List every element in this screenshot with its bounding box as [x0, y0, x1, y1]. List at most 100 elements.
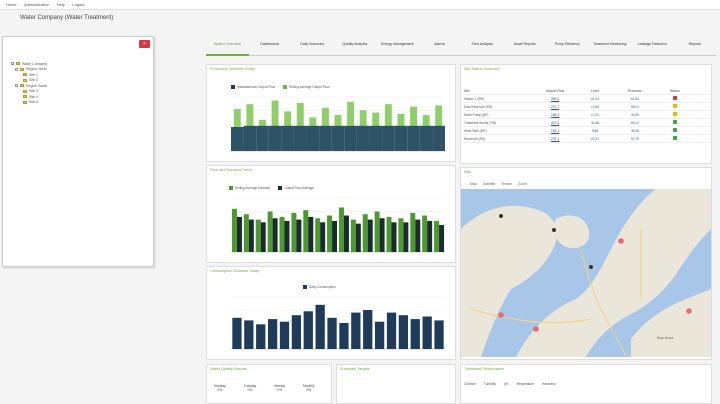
topbar-separator: · [67, 2, 70, 7]
expand-icon[interactable] [15, 84, 18, 88]
tree-node[interactable]: Site 5 [23, 100, 47, 106]
site-name: Treatment Works (TW) [464, 120, 497, 125]
column-header[interactable]: Pressure [615, 89, 655, 93]
summary-targets-panel: Summary Targets [336, 364, 456, 404]
status-ok-icon [673, 120, 677, 124]
chart-bar [419, 125, 433, 151]
flow-demand-panel: Flow and Demand Trend Rolling Average De… [206, 165, 456, 263]
subtab-temperature[interactable]: Temperature [516, 382, 534, 386]
site-name: East Reservoir (KR) [464, 104, 493, 109]
tab-reports[interactable]: Reports [673, 40, 716, 56]
subtab-chlorine[interactable]: Chlorine [464, 382, 476, 386]
expand-icon[interactable] [11, 62, 14, 66]
legend-label: Output Flow Average [284, 186, 314, 190]
topbar-link-logout[interactable]: Logout [72, 2, 84, 7]
tab-flow-analysis[interactable]: Flow Analysis [461, 40, 504, 56]
site-name: Reservoir (RS) [464, 136, 486, 141]
map-marker-alarm [498, 312, 504, 318]
column-header[interactable]: Site [463, 89, 535, 93]
tree-node[interactable]: Region South [15, 83, 47, 89]
tab-asset-reports[interactable]: Asset Reports [503, 40, 546, 56]
table-row[interactable]: Station 1 (BR) 365.9 24.10 61.84 [463, 95, 711, 103]
folder-icon [16, 62, 20, 66]
tab-dashboards[interactable]: Dashboards [248, 40, 291, 56]
tree-node-label: Site 1 [29, 72, 38, 77]
production-volumes-panel: Production Volumes Today Instantaneous O… [206, 64, 456, 162]
table-row[interactable]: Reservoir (RS) 276.1 22.47 52.70 [463, 135, 711, 143]
tab-quality-analysis[interactable]: Quality Analysis [333, 40, 376, 56]
tree-node-label: Site 3 [29, 89, 38, 94]
chart-bar [279, 216, 285, 252]
legend-label: Rolling Average Demand [235, 186, 271, 190]
tree-node-label: Site 5 [29, 100, 38, 105]
legend-label: Daily Consumption [309, 285, 336, 289]
chart-bar [422, 215, 428, 252]
topbar-link-help[interactable]: Help [57, 2, 65, 7]
tab-daily-summary[interactable]: Daily Summary [291, 40, 334, 56]
chart-bar [293, 125, 307, 151]
status-cell [655, 120, 695, 125]
chart-bar [281, 125, 294, 151]
level-value: 12.55 [591, 104, 599, 109]
subtab-ph[interactable]: pH [504, 382, 508, 386]
map-mode-map[interactable]: Map [470, 182, 477, 186]
flow-value[interactable]: 276.1 [535, 137, 575, 141]
expand-icon[interactable] [15, 67, 18, 71]
chart-bar [367, 219, 373, 252]
chart-bar [410, 319, 420, 349]
tab-pump-efficiency[interactable]: Pump Efficiency [546, 40, 589, 56]
subtab-turbidity[interactable]: Turbidity [484, 382, 496, 386]
flow-value[interactable]: 188.4 [535, 113, 575, 117]
status-warning-icon [673, 104, 677, 108]
chart-bar [231, 127, 244, 151]
flow-value[interactable]: 412.0 [535, 121, 575, 125]
folder-icon [20, 67, 24, 71]
table-row[interactable]: East Reservoir (KR) 201.7 12.55 58.21 [463, 103, 711, 111]
table-row[interactable]: West Tank (WT) 154.3 9.88 39.45 [463, 127, 711, 135]
subtab-hardness[interactable]: Hardness [542, 382, 556, 386]
map-marker-alarm [533, 326, 539, 332]
level-value: 22.47 [591, 136, 599, 141]
tab-energy-management[interactable]: Energy Management [376, 40, 419, 56]
tab-system-overview[interactable]: System Overview [206, 40, 249, 56]
tree-node-label: Region North [26, 67, 47, 72]
map-canvas[interactable]: Bay Area [461, 189, 711, 357]
chart-bar [243, 125, 257, 151]
chart-bar [236, 216, 242, 252]
column-header[interactable]: Level [575, 89, 615, 93]
chart-bar [327, 215, 333, 252]
topbar-link-administration[interactable]: Administration [24, 2, 49, 7]
topbar-link-home[interactable]: Home [6, 2, 17, 7]
chart-legend: Rolling Average Demand Output Flow Avera… [229, 186, 314, 190]
chart-bar [386, 312, 397, 349]
column-header[interactable]: Output Flow [535, 89, 575, 93]
table-row[interactable]: North Pump (NP) 188.4 17.03 44.90 [463, 111, 711, 119]
tab-leakage-detection[interactable]: Leakage Detection [631, 40, 674, 56]
chart-bar [363, 310, 373, 349]
tree-node[interactable]: Region North [15, 67, 47, 73]
stat-tuesday: Tuesday 0% [243, 384, 257, 392]
table-row[interactable]: Treatment Works (TW) 412.0 31.66 66.12 [463, 119, 711, 127]
status-alarm-icon [673, 96, 677, 100]
map-zoom-control[interactable]: Zoom [518, 182, 527, 186]
chart-bar [255, 219, 261, 252]
map-mode-terrain[interactable]: Terrain [501, 182, 512, 186]
legend-swatch [231, 85, 235, 89]
folder-icon [23, 73, 27, 77]
panel-title: Map [464, 170, 472, 174]
flow-value[interactable]: 365.9 [535, 97, 575, 101]
close-button[interactable]: × [139, 40, 150, 48]
chart-bar [391, 222, 397, 252]
tab-treatment-monitoring[interactable]: Treatment Monitoring [588, 40, 631, 56]
folder-icon [20, 84, 24, 88]
legend-label: Rolling Average Output Flow [289, 85, 330, 89]
pressure-value: 52.70 [631, 136, 639, 141]
map-marker-site [552, 228, 556, 232]
chart-bar [232, 317, 242, 349]
tab-alarms[interactable]: Alarms [418, 40, 461, 56]
map-mode-satellite[interactable]: Satellite [483, 182, 495, 186]
column-header[interactable]: Status [655, 89, 695, 93]
flow-value[interactable]: 154.3 [535, 129, 575, 133]
flow-value[interactable]: 201.7 [535, 105, 575, 109]
consumption-volumes-chart [231, 296, 445, 350]
